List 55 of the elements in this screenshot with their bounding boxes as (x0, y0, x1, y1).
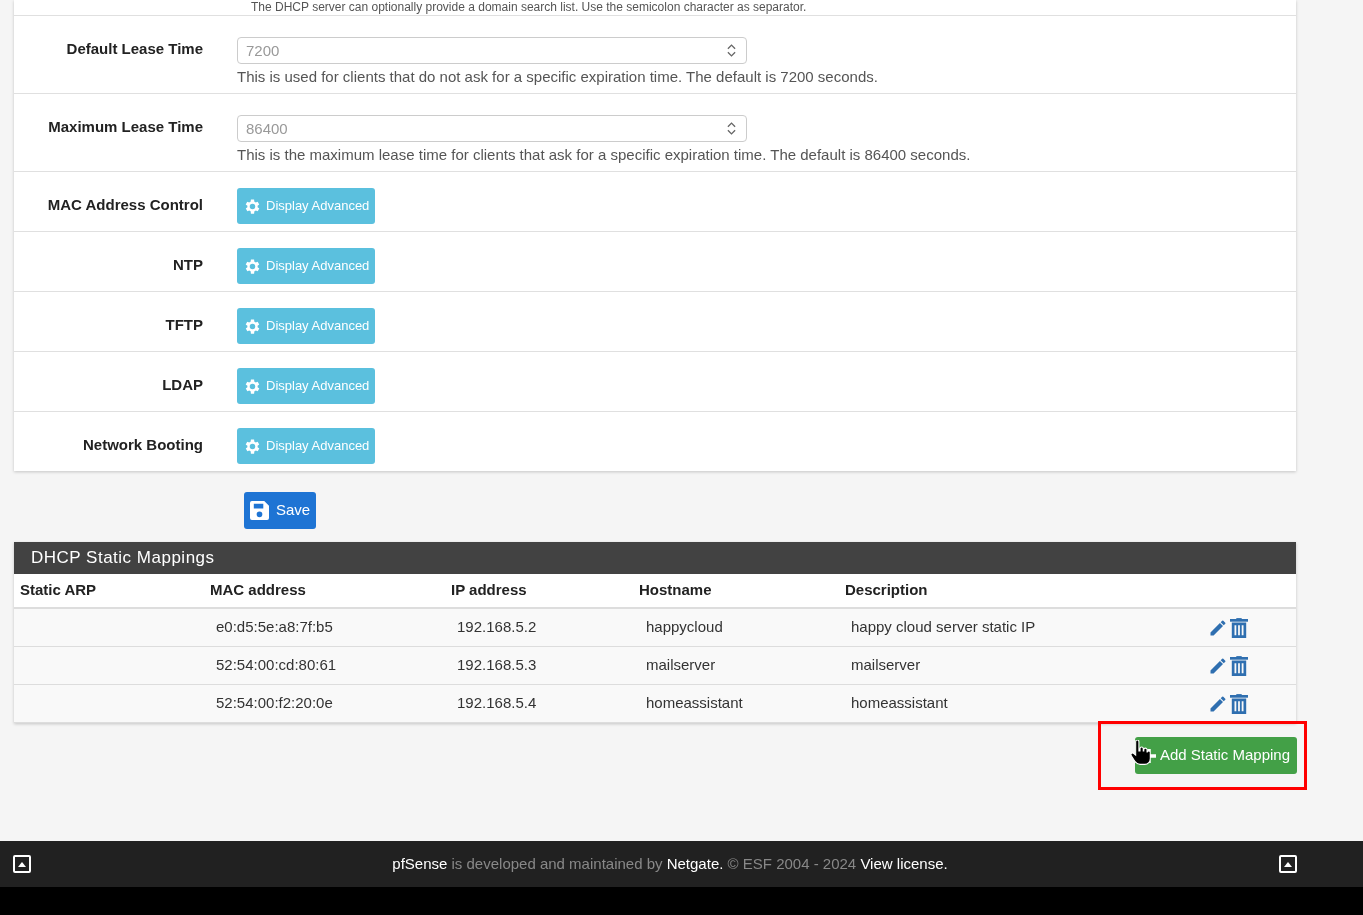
field-label: Default Lease Time (66, 40, 203, 59)
save-button[interactable]: Save (244, 492, 317, 529)
add-static-mapping-button[interactable]: Add Static Mapping (1134, 737, 1297, 774)
column-header: Hostname (639, 580, 713, 601)
display-advanced-button[interactable]: Display Advanced (237, 368, 376, 404)
gear-icon (243, 256, 262, 276)
trash-icon[interactable] (1230, 617, 1248, 638)
table-cell-text: 192.168.5.2 (457, 617, 538, 638)
display-advanced-button[interactable]: Display Advanced (237, 308, 376, 344)
display-advanced-button[interactable]: Display Advanced (237, 248, 376, 284)
spinner-icon[interactable] (727, 43, 736, 58)
footer-link[interactable]: View license. (860, 854, 948, 872)
column-header: MAC address (210, 580, 307, 601)
floppy-icon (250, 501, 269, 520)
column-header: IP address (451, 580, 528, 601)
table-cell-text: 52:54:00:f2:20:0e (216, 693, 334, 714)
collapse-icon[interactable] (1279, 855, 1297, 873)
display-advanced-button[interactable]: Display Advanced (237, 188, 376, 224)
column-header: Static ARP (19, 580, 98, 601)
number-field[interactable]: 86400 (237, 115, 747, 142)
column-header: Description (845, 580, 929, 601)
field-label: Maximum Lease Time (48, 118, 203, 137)
field-label: TFTP (165, 316, 203, 335)
number-field[interactable]: 7200 (237, 37, 747, 64)
gear-icon (243, 196, 262, 216)
help-text: The DHCP server can optionally provide a domain search list. Use the semicolon character as separator. (251, 0, 807, 14)
gear-icon (243, 436, 262, 456)
table-cell-text: 192.168.5.4 (457, 693, 538, 714)
table-cell-text: mailserver (646, 655, 717, 676)
footer-link[interactable]: pfSense (392, 854, 448, 872)
trash-icon[interactable] (1230, 693, 1248, 714)
field-label: Network Booting (83, 436, 203, 455)
hand-cursor-icon (1130, 740, 1150, 766)
table-cell-text: homeassistant (851, 693, 949, 714)
display-advanced-button[interactable]: Display Advanced (237, 428, 376, 464)
field-label: LDAP (162, 376, 203, 395)
gear-icon (243, 376, 262, 396)
table-cell-text: happy cloud server static IP (851, 617, 1037, 638)
help-text: This is the maximum lease time for clients that ask for a specific expiration time. The default is 86400 seconds. (237, 146, 971, 164)
field-label: NTP (173, 256, 203, 275)
table-cell-text: mailserver (851, 655, 922, 676)
collapse-icon[interactable] (13, 855, 31, 873)
table-cell-text: e0:d5:5e:a8:7f:b5 (216, 617, 334, 638)
table-cell-text: homeassistant (646, 693, 744, 714)
gear-icon (243, 316, 262, 336)
panel-title: DHCP Static Mappings (31, 547, 215, 570)
footer-text: pfSense is developed and maintained by Netgate. © ESF 2004 - 2024 View license. (392, 853, 948, 874)
trash-icon[interactable] (1230, 655, 1248, 676)
spinner-icon[interactable] (727, 121, 736, 136)
help-text: This is used for clients that do not ask for a specific expiration time. The default is 7200 seconds. (237, 68, 878, 86)
table-cell-text: 192.168.5.3 (457, 655, 538, 676)
footer-link[interactable]: Netgate. (666, 854, 724, 872)
table-cell-text: 52:54:00:cd:80:61 (216, 655, 338, 676)
table-cell-text: happycloud (646, 617, 724, 638)
field-label: MAC Address Control (47, 196, 203, 215)
